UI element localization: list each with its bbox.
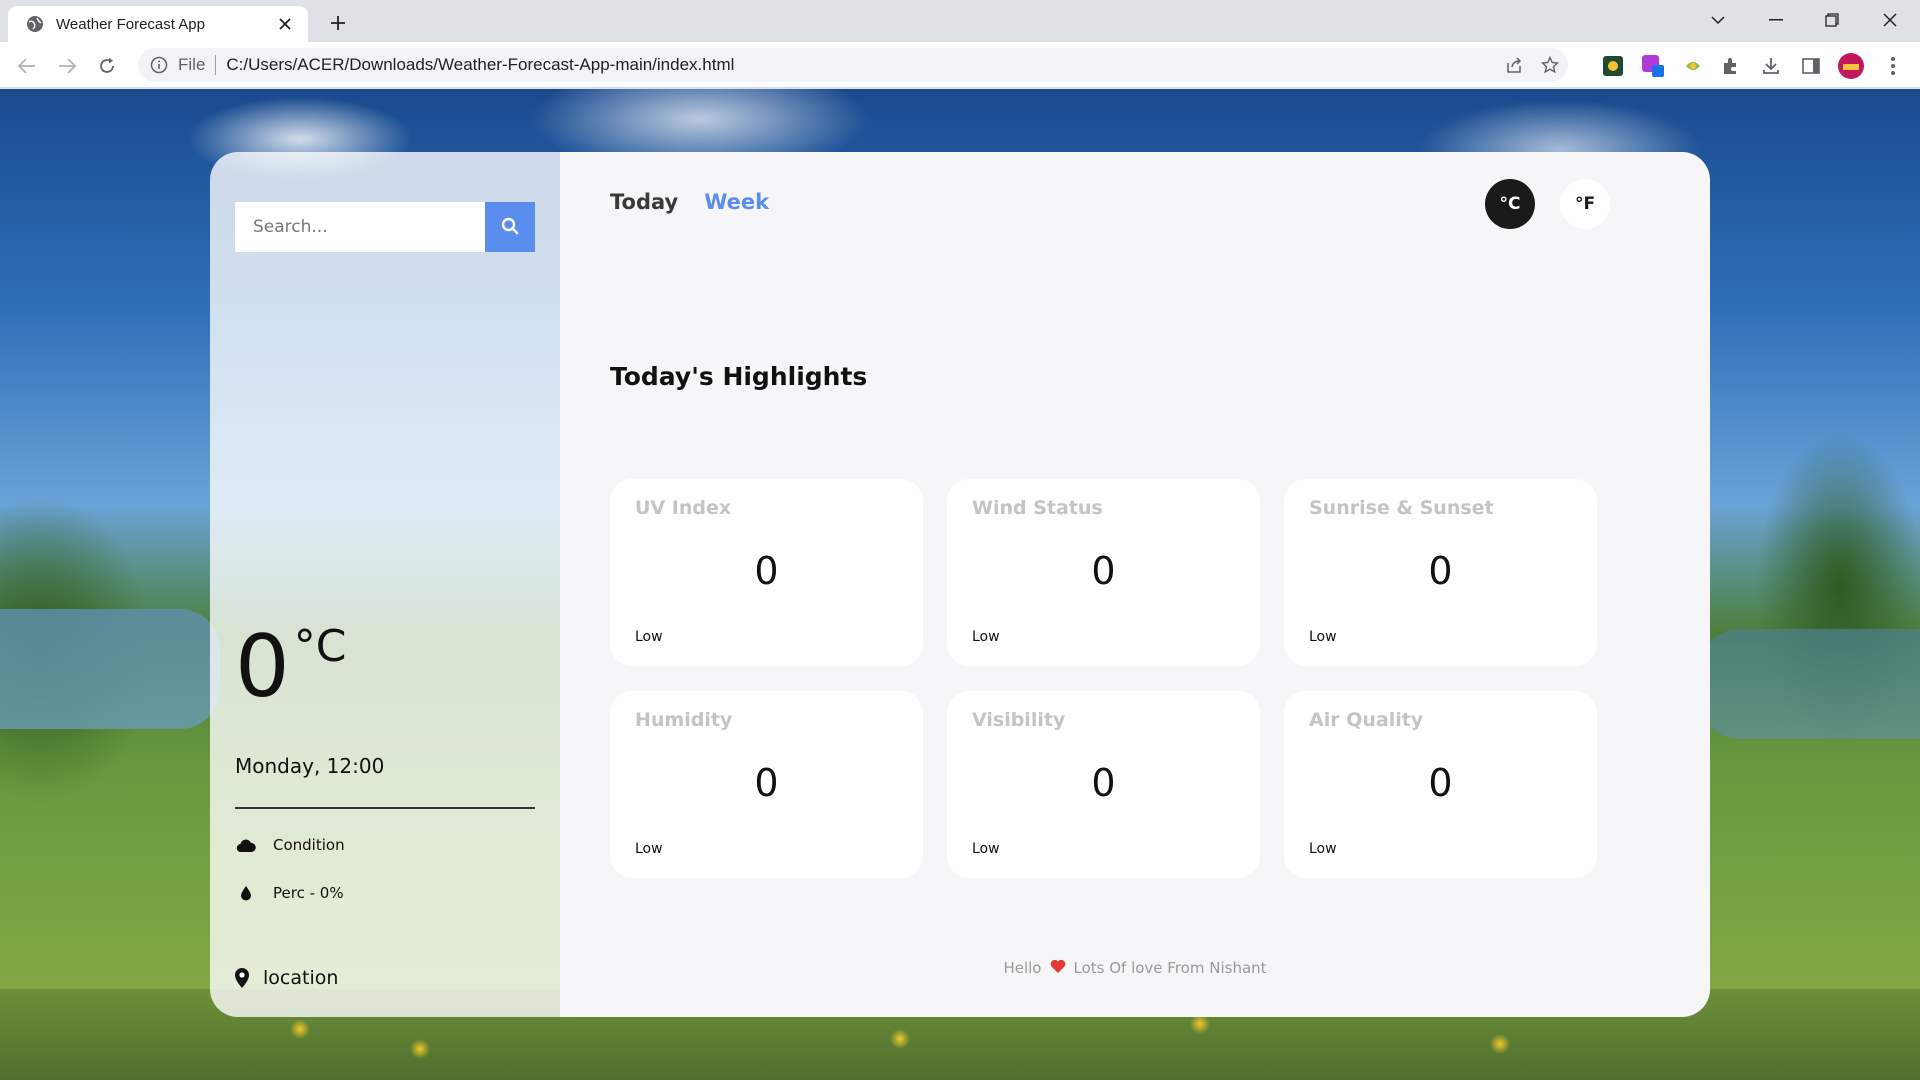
highlight-card-air-quality: Air Quality 0 Low [1284,691,1597,878]
footer-credit: Hello Lots Of love From Nishant [560,959,1710,977]
card-value: 0 [754,549,779,593]
extension-icon[interactable] [1600,53,1626,79]
card-title: Air Quality [1309,709,1424,731]
date-time: Monday, 12:00 [235,754,385,778]
footer-text-left: Hello [1003,959,1042,977]
highlight-card-wind-status: Wind Status 0 Low [947,479,1260,666]
bookmark-star-icon[interactable] [1532,48,1568,82]
search-form [235,202,535,252]
card-status: Low [972,629,1000,645]
location-row: location [235,967,338,989]
current-temperature: 0 °C [235,617,347,717]
highlight-card-uv-index: UV Index 0 Low [610,479,923,666]
close-tab-icon[interactable] [274,13,296,35]
card-value: 0 [1091,761,1116,805]
back-icon[interactable] [12,51,42,81]
page-viewport: 0 °C Monday, 12:00 Condition Perc - 0% [0,89,1920,1080]
browser-toolbar: File C:/Users/ACER/Downloads/Weather-For… [0,42,1920,88]
weather-app-card: 0 °C Monday, 12:00 Condition Perc - 0% [210,152,1710,1017]
address-bar[interactable]: File C:/Users/ACER/Downloads/Weather-For… [138,48,1568,82]
map-pin-icon [235,967,253,989]
card-title: UV Index [635,497,732,519]
globe-icon [26,15,44,33]
cloud-icon [235,835,257,855]
celsius-button[interactable]: °C [1485,179,1535,229]
condition-row: Condition [235,835,345,855]
restore-icon[interactable] [1804,0,1860,40]
temperature-unit: °C [293,621,347,672]
card-status: Low [1309,841,1337,857]
browser-menu-icon[interactable] [1880,53,1906,79]
location-text: location [263,967,339,989]
fahrenheit-button[interactable]: °F [1560,179,1610,229]
card-title: Visibility [972,709,1066,731]
weather-sidebar: 0 °C Monday, 12:00 Condition Perc - 0% [210,152,560,1017]
background-lake [0,609,220,729]
temperature-value: 0 [235,617,290,717]
condition-text: Condition [273,836,345,854]
new-tab-icon[interactable] [324,9,352,37]
card-value: 0 [754,761,779,805]
background-lake [1700,629,1920,739]
card-value: 0 [1428,761,1453,805]
card-status: Low [972,841,1000,857]
card-status: Low [1309,629,1337,645]
forward-icon[interactable] [52,51,82,81]
tab-search-chevron-icon[interactable] [1690,0,1746,40]
share-icon[interactable] [1496,48,1532,82]
highlight-card-sunrise-sunset: Sunrise & Sunset 0 Low [1284,479,1597,666]
browser-tab[interactable]: Weather Forecast App [8,6,308,42]
highlights-heading: Today's Highlights [610,362,868,391]
highlight-card-visibility: Visibility 0 Low [947,691,1260,878]
precipitation-row: Perc - 0% [235,883,344,903]
reload-icon[interactable] [92,51,122,81]
minimize-icon[interactable] [1748,0,1804,40]
close-window-icon[interactable] [1862,0,1918,40]
search-button[interactable] [485,202,535,252]
url-scheme-label: File [178,55,206,74]
extension-icon[interactable] [1680,53,1706,79]
droplet-icon [235,883,257,903]
download-icon[interactable] [1758,53,1784,79]
card-status: Low [635,629,663,645]
sidebar-divider [235,807,535,809]
url-text[interactable]: C:/Users/ACER/Downloads/Weather-Forecast… [226,55,1496,75]
tab-week[interactable]: Week [704,190,769,214]
extensions-puzzle-icon[interactable] [1718,53,1744,79]
weather-main-panel: Today Week °C °F Today's Highlights UV I… [560,152,1710,1017]
card-value: 0 [1428,549,1453,593]
highlight-card-humidity: Humidity 0 Low [610,691,923,878]
card-value: 0 [1091,549,1116,593]
footer-text-right: Lots Of love From Nishant [1073,959,1267,977]
card-status: Low [635,841,663,857]
side-panel-icon[interactable] [1798,53,1824,79]
omnibox-separator [215,55,217,75]
precipitation-text: Perc - 0% [273,884,344,902]
card-title: Wind Status [972,497,1103,519]
search-icon [501,217,519,238]
tab-today[interactable]: Today [610,190,678,214]
forecast-tabs: Today Week [610,190,769,214]
tab-title: Weather Forecast App [56,15,205,33]
extension-icon[interactable] [1640,53,1666,79]
heart-icon [1050,959,1066,977]
browser-tabstrip: Weather Forecast App [0,0,1920,42]
site-info-icon[interactable] [150,56,168,74]
card-title: Sunrise & Sunset [1309,497,1494,519]
search-input[interactable] [235,202,485,252]
card-title: Humidity [635,709,733,731]
profile-avatar[interactable] [1838,53,1864,79]
highlights-grid: UV Index 0 Low Wind Status 0 Low Sunrise… [610,479,1597,878]
